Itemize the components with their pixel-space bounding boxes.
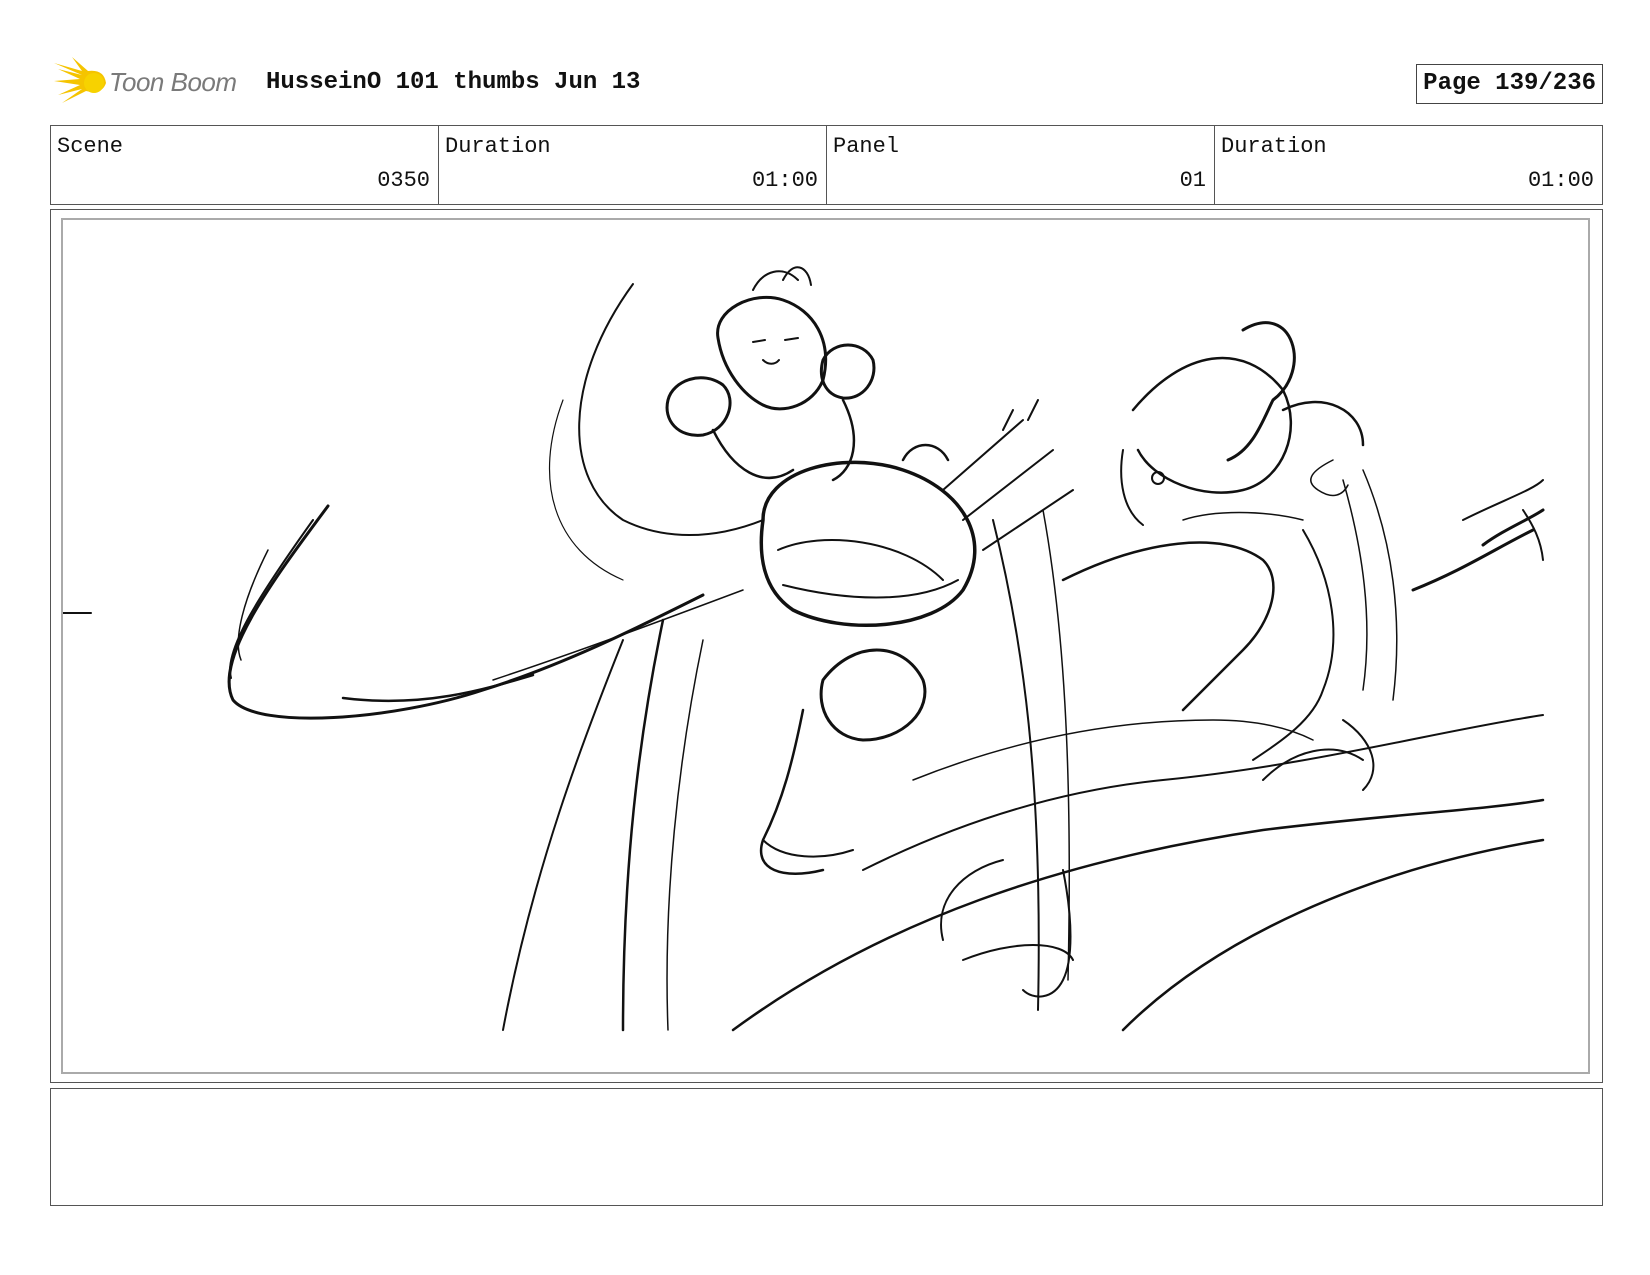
- panel-duration-value: 01:00: [1527, 168, 1594, 193]
- panel-label: Panel: [833, 134, 900, 159]
- page-counter: Page 139/236: [1416, 64, 1603, 104]
- header: Toon Boom HusseinO 101 thumbs Jun 13 Pag…: [50, 55, 1603, 107]
- panel-duration-cell: Duration 01:00: [1215, 126, 1602, 204]
- scene-cell: Scene 0350: [51, 126, 439, 204]
- scene-duration-cell: Duration 01:00: [439, 126, 827, 204]
- scene-value: 0350: [377, 168, 430, 193]
- scene-label: Scene: [57, 134, 124, 159]
- panel-drawing-area: [61, 218, 1590, 1074]
- document-title: HusseinO 101 thumbs Jun 13: [266, 69, 641, 96]
- starburst-icon: [54, 57, 106, 103]
- toon-boom-logo: Toon Boom: [52, 55, 252, 107]
- rough-sketch-drawing: [63, 266, 1545, 1032]
- scene-duration-label: Duration: [445, 134, 551, 159]
- panel-duration-label: Duration: [1221, 134, 1327, 159]
- scene-duration-value: 01:00: [751, 168, 818, 193]
- panel-notes-box: [50, 1088, 1603, 1206]
- storyboard-panel: [50, 209, 1603, 1083]
- panel-value: 01: [1179, 168, 1206, 193]
- logo-wordmark: Toon Boom: [109, 67, 237, 97]
- panel-cell: Panel 01: [827, 126, 1215, 204]
- panel-info-bar: Scene 0350 Duration 01:00 Panel 01 Durat…: [50, 125, 1603, 205]
